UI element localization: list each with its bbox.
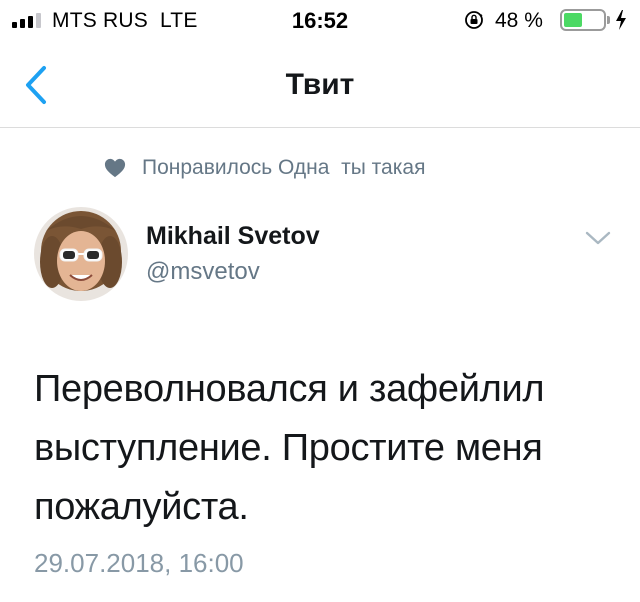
battery-percent: 48 % (495, 9, 543, 32)
author-handle[interactable]: @msvetov (146, 258, 260, 286)
status-time: 16:52 (291, 8, 349, 33)
tweet-text-line: Переволновался и зафейлил (34, 368, 545, 410)
avatar-image (34, 207, 128, 301)
battery-cap (607, 16, 610, 24)
social-context[interactable]: Понравилось Одна ты такая (104, 154, 425, 182)
page-title: Твит (285, 68, 355, 101)
tweet-text-line: пожалуйста. (34, 486, 249, 528)
chevron-down-icon (585, 231, 611, 245)
author-name[interactable]: Mikhail Svetov (146, 222, 320, 251)
liked-by-text: Понравилось Одна ты такая (142, 156, 426, 179)
tweet-menu-button[interactable] (584, 228, 612, 248)
tweet-text-line: выступление. Простите меня (34, 427, 543, 469)
tweet-timestamp: 29.07.2018, 16:00 (34, 548, 244, 578)
avatar[interactable] (34, 207, 128, 301)
heart-icon (104, 158, 126, 178)
status-bar: MTS RUS LTE 16:52 48 % (0, 0, 640, 40)
battery-level-fill (564, 13, 583, 27)
charging-bolt-icon (616, 10, 626, 30)
tweet-text: Переволновался и зафейлил выступление. П… (34, 360, 624, 537)
nav-bar: Твит (0, 40, 640, 128)
battery-icon (560, 9, 606, 31)
orientation-lock-icon (465, 11, 483, 29)
